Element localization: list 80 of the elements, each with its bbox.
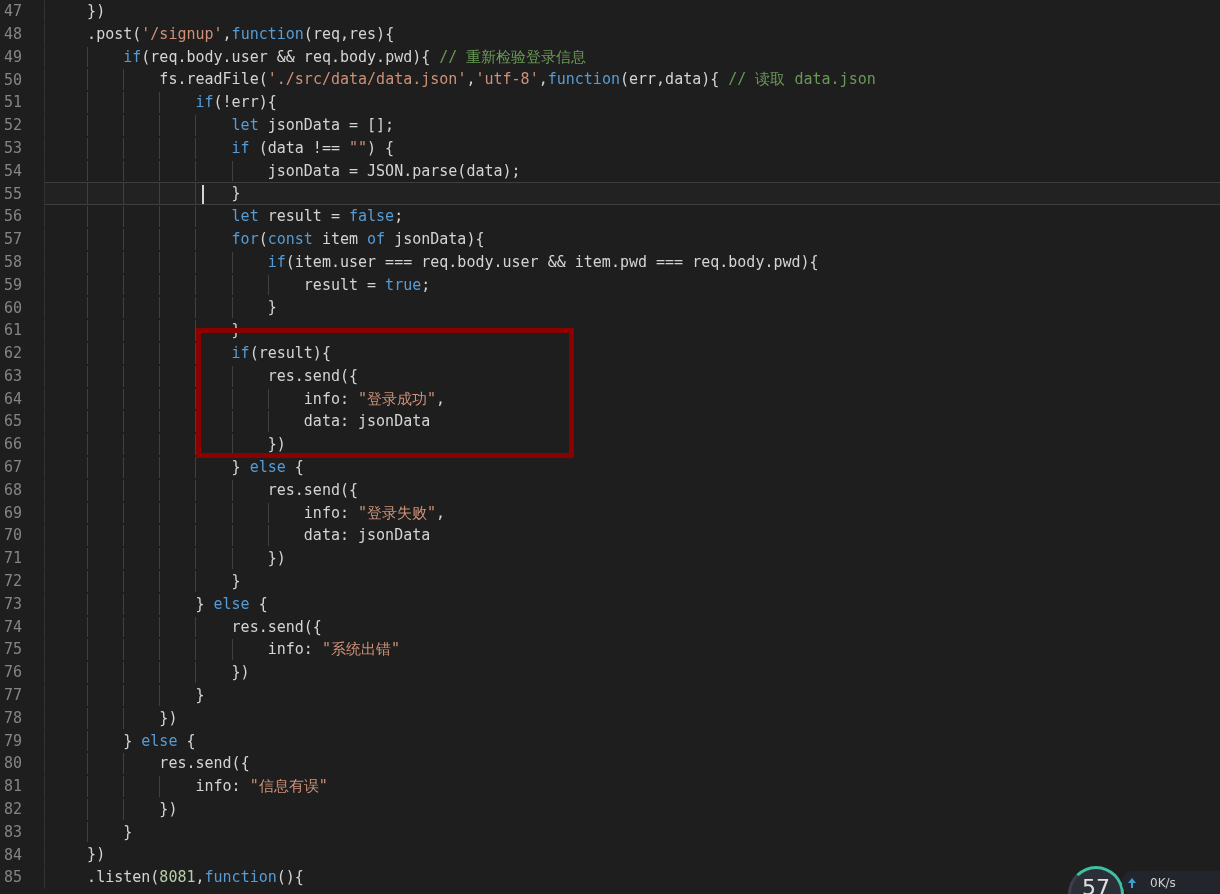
- code-line: let result = false;: [231, 206, 404, 228]
- code-line: if(result){: [231, 342, 331, 364]
- code-line: }): [87, 844, 106, 866]
- code-line: }: [123, 821, 133, 843]
- code-line: data: jsonData: [303, 411, 431, 433]
- line-number: 51: [3, 92, 24, 114]
- code-line: } else {: [195, 593, 268, 615]
- line-number: 60: [3, 297, 24, 319]
- line-number: 81: [3, 776, 24, 798]
- code-line: } else {: [123, 730, 196, 752]
- line-number: 78: [3, 707, 24, 729]
- line-number: 61: [3, 320, 24, 342]
- line-number: 74: [3, 616, 24, 638]
- text-cursor: [202, 185, 204, 205]
- line-number: 52: [3, 115, 24, 137]
- line-number: 48: [3, 23, 24, 45]
- code-line: info: "信息有误": [195, 776, 328, 798]
- code-line: res.send({: [267, 479, 359, 501]
- line-number: 50: [3, 69, 24, 91]
- code-line: if(!err){: [195, 92, 277, 114]
- line-number: 80: [3, 753, 24, 775]
- line-number: 82: [3, 799, 24, 821]
- line-number: 79: [3, 730, 24, 752]
- line-number: 67: [3, 457, 24, 479]
- line-number: 70: [3, 525, 24, 547]
- code-line: res.send({: [159, 753, 250, 775]
- line-number: 77: [3, 685, 24, 707]
- code-line: }: [231, 570, 241, 592]
- code-line: jsonData = JSON.parse(data);: [267, 160, 521, 182]
- upload-speed: 0K/s: [1150, 874, 1176, 892]
- line-number: 59: [3, 274, 24, 296]
- code-line: res.send({: [231, 616, 322, 638]
- line-number: 63: [3, 365, 24, 387]
- line-number: 66: [3, 434, 24, 456]
- line-number: 68: [3, 479, 24, 501]
- code-line: }): [87, 1, 106, 22]
- code-line: info: "登录失败",: [303, 502, 446, 524]
- code-line: let jsonData = [];: [231, 115, 395, 136]
- line-number: 69: [3, 502, 24, 524]
- line-number: 53: [3, 137, 24, 159]
- upload-arrow-icon: [1128, 877, 1136, 888]
- code-line: }): [267, 434, 286, 456]
- code-line: } else {: [231, 456, 304, 478]
- code-line: result = true;: [303, 274, 431, 296]
- code-line: .listen(8081,function(){: [87, 867, 304, 889]
- line-number: 47: [3, 1, 24, 23]
- line-number: 55: [3, 183, 24, 205]
- line-number: 72: [3, 571, 24, 593]
- code-line: info: "登录成功",: [303, 388, 446, 410]
- code-line: }: [195, 684, 205, 706]
- line-number: 56: [3, 206, 24, 228]
- line-number: 71: [3, 548, 24, 570]
- line-number: 58: [3, 251, 24, 273]
- code-line: }): [159, 707, 178, 729]
- code-line: }: [231, 183, 241, 205]
- line-number: 65: [3, 411, 24, 433]
- code-line: fs.readFile('./src/data/data.json','utf-8',function(err,data){ // 读取 data.json: [159, 69, 876, 91]
- code-line: if(req.body.user && req.body.pwd){ // 重新检验登录信息: [123, 46, 587, 68]
- code-line: }): [231, 662, 250, 684]
- line-number: 57: [3, 229, 24, 251]
- code-line: res.send({: [267, 365, 359, 387]
- line-number: 83: [3, 821, 24, 843]
- line-number: 54: [3, 160, 24, 182]
- line-number: 76: [3, 662, 24, 684]
- line-number: 62: [3, 343, 24, 365]
- code-line: }): [159, 798, 178, 820]
- code-line: }): [267, 548, 286, 570]
- code-line: for(const item of jsonData){: [231, 228, 485, 250]
- code-line: }: [267, 297, 277, 319]
- line-number: 75: [3, 639, 24, 661]
- code-line: if(item.user === req.body.user && item.pwd === req.body.pwd){: [267, 251, 819, 273]
- line-number: 64: [3, 388, 24, 410]
- line-number: 84: [3, 844, 24, 866]
- code-line: data: jsonData: [303, 525, 431, 547]
- line-number: 85: [3, 867, 24, 889]
- code-line: info: "系统出错": [267, 639, 400, 661]
- code-line: if (data !== "") {: [231, 137, 395, 159]
- line-number: 73: [3, 593, 24, 615]
- line-number: 49: [3, 46, 24, 68]
- code-line: .post('/signup',function(req,res){: [87, 23, 395, 45]
